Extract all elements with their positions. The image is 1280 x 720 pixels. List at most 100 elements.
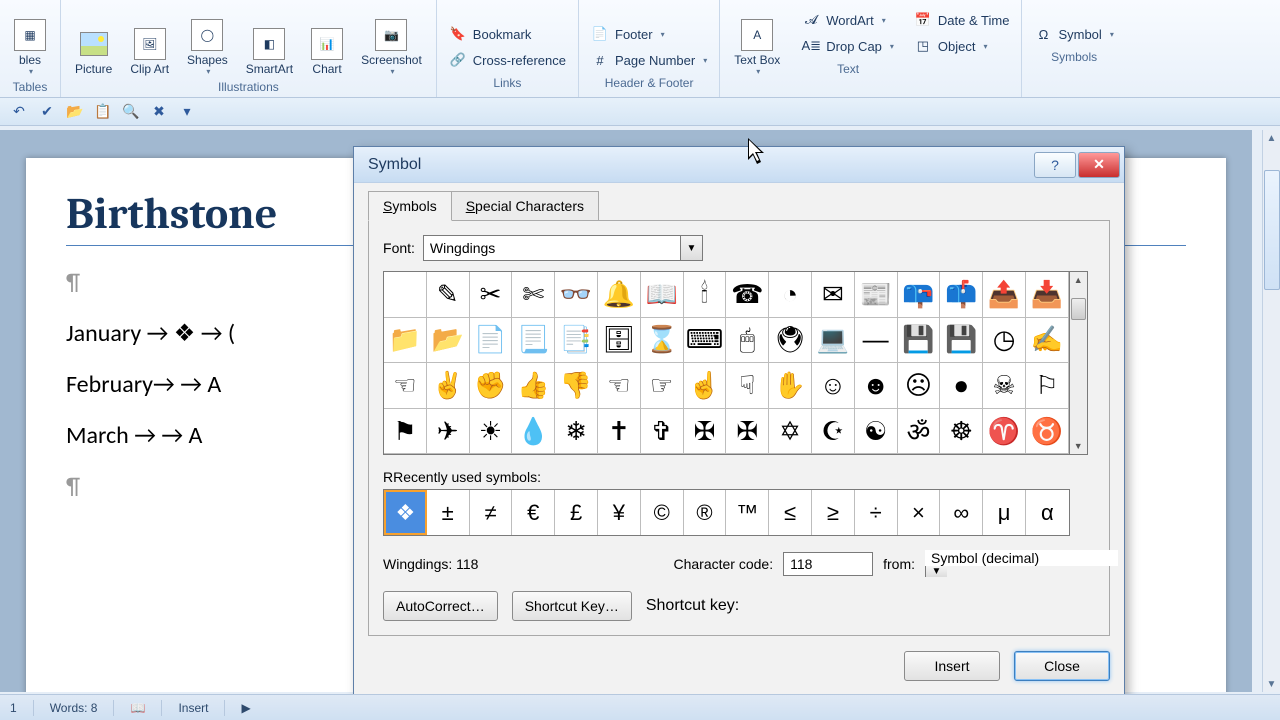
recent-symbol-cell[interactable]: α bbox=[1026, 490, 1069, 535]
symbol-cell[interactable]: 🖱 bbox=[726, 318, 769, 364]
macro-icon[interactable]: ▶ bbox=[241, 701, 250, 715]
symbol-cell[interactable]: 💧 bbox=[512, 409, 555, 455]
shortcut-key-button[interactable]: Shortcut Key… bbox=[512, 591, 632, 621]
dialog-titlebar[interactable]: Symbol ? ✕ bbox=[354, 147, 1124, 183]
vertical-scrollbar[interactable]: ▲ ▼ bbox=[1262, 130, 1280, 692]
symbol-cell[interactable]: ✝ bbox=[598, 409, 641, 455]
symbol-cell[interactable]: ✌ bbox=[427, 363, 470, 409]
symbol-cell[interactable]: 📃 bbox=[512, 318, 555, 364]
status-mode[interactable]: Insert bbox=[178, 701, 208, 715]
recent-symbol-cell[interactable]: ÷ bbox=[855, 490, 898, 535]
datetime-button[interactable]: 📅Date & Time bbox=[910, 8, 1014, 32]
insert-button[interactable]: Insert bbox=[904, 651, 1000, 681]
symbol-cell[interactable]: 📑 bbox=[555, 318, 598, 364]
scroll-thumb[interactable] bbox=[1071, 298, 1086, 320]
symbol-cell[interactable]: ☹ bbox=[898, 363, 941, 409]
symbol-cell[interactable]: 📪 bbox=[898, 272, 941, 318]
open-icon[interactable]: 📂 bbox=[66, 103, 84, 121]
crossref-button[interactable]: 🔗Cross-reference bbox=[445, 48, 570, 72]
font-input[interactable] bbox=[424, 236, 680, 260]
wordart-button[interactable]: 𝓐WordArt▾ bbox=[798, 8, 898, 32]
symbol-cell[interactable]: 💾 bbox=[940, 318, 983, 364]
symbol-cell[interactable]: ☸ bbox=[940, 409, 983, 455]
symbol-cell[interactable]: ☟ bbox=[726, 363, 769, 409]
symbol-cell[interactable] bbox=[384, 272, 427, 318]
help-button[interactable]: ? bbox=[1034, 152, 1076, 178]
symbol-cell[interactable]: ✞ bbox=[641, 409, 684, 455]
symbol-cell[interactable]: ☀ bbox=[470, 409, 513, 455]
recent-symbol-cell[interactable]: ❖ bbox=[384, 490, 427, 535]
recent-symbol-cell[interactable]: ≥ bbox=[812, 490, 855, 535]
spellcheck-icon[interactable]: ✔ bbox=[38, 103, 56, 121]
close-button[interactable]: Close bbox=[1014, 651, 1110, 681]
from-input[interactable] bbox=[925, 550, 1118, 566]
symbol-cell[interactable]: ✍ bbox=[1026, 318, 1069, 364]
symbol-cell[interactable]: ◔ bbox=[769, 272, 812, 318]
tab-special-characters[interactable]: Special Characters bbox=[451, 191, 599, 221]
undo-icon[interactable]: ↶ bbox=[10, 103, 28, 121]
delete-icon[interactable]: ✖ bbox=[150, 103, 168, 121]
symbol-cell[interactable]: ☻ bbox=[855, 363, 898, 409]
picture-button[interactable]: Picture bbox=[69, 2, 118, 76]
smartart-button[interactable]: ◧SmartArt bbox=[240, 2, 299, 76]
pagenumber-button[interactable]: #Page Number▾ bbox=[587, 48, 711, 72]
symbol-cell[interactable]: ☜ bbox=[384, 363, 427, 409]
symbol-cell[interactable]: ☠ bbox=[983, 363, 1026, 409]
footer-button[interactable]: 📄Footer▾ bbox=[587, 22, 711, 46]
symbol-cell[interactable]: 🕯 bbox=[684, 272, 727, 318]
symbol-cell[interactable]: 📰 bbox=[855, 272, 898, 318]
character-code-input[interactable] bbox=[783, 552, 873, 576]
autocorrect-button[interactable]: AutoCorrect… bbox=[383, 591, 498, 621]
scroll-down-icon[interactable]: ▼ bbox=[1070, 438, 1087, 454]
screenshot-button[interactable]: 📷Screenshot▾ bbox=[355, 2, 428, 76]
symbol-cell[interactable]: ✡ bbox=[769, 409, 812, 455]
proofing-icon[interactable]: 📖 bbox=[130, 701, 145, 715]
symbol-cell[interactable]: ● bbox=[940, 363, 983, 409]
symbol-cell[interactable]: 📂 bbox=[427, 318, 470, 364]
symbol-cell[interactable]: 📥 bbox=[1026, 272, 1069, 318]
symbol-cell[interactable]: ⌛ bbox=[641, 318, 684, 364]
symbol-cell[interactable]: ☯ bbox=[855, 409, 898, 455]
font-combo[interactable]: ▼ bbox=[423, 235, 703, 261]
dropcap-button[interactable]: A≣Drop Cap▾ bbox=[798, 34, 898, 58]
chevron-down-icon[interactable]: ▼ bbox=[925, 566, 947, 577]
tab-symbols[interactable]: SSymbolsymbols bbox=[368, 191, 452, 221]
tables-button[interactable]: ▦bles▾ bbox=[8, 2, 52, 76]
recent-symbol-cell[interactable]: ≤ bbox=[769, 490, 812, 535]
symbol-cell[interactable]: 🗄 bbox=[598, 318, 641, 364]
recent-symbol-cell[interactable]: £ bbox=[555, 490, 598, 535]
symbol-cell[interactable]: ✊ bbox=[470, 363, 513, 409]
textbox-button[interactable]: AText Box▾ bbox=[728, 2, 786, 76]
symbol-cell[interactable]: ✉ bbox=[812, 272, 855, 318]
symbol-cell[interactable]: ✂ bbox=[470, 272, 513, 318]
qat-dropdown-icon[interactable]: ▾ bbox=[178, 103, 196, 121]
symbol-cell[interactable]: ⚑ bbox=[384, 409, 427, 455]
symbol-cell[interactable]: ✠ bbox=[726, 409, 769, 455]
symbol-cell[interactable]: 📖 bbox=[641, 272, 684, 318]
object-button[interactable]: ◳Object▾ bbox=[910, 34, 1014, 58]
symbol-cell[interactable]: — bbox=[855, 318, 898, 364]
symbol-cell[interactable]: 🖲 bbox=[769, 318, 812, 364]
symbol-cell[interactable]: 📁 bbox=[384, 318, 427, 364]
symbol-cell[interactable]: 📄 bbox=[470, 318, 513, 364]
shapes-button[interactable]: ◯Shapes▾ bbox=[181, 2, 234, 76]
grid-scrollbar[interactable]: ▲ ▼ bbox=[1070, 271, 1088, 455]
symbol-cell[interactable]: ☺ bbox=[812, 363, 855, 409]
symbol-cell[interactable]: ☝ bbox=[684, 363, 727, 409]
recent-symbol-cell[interactable]: © bbox=[641, 490, 684, 535]
recent-symbol-cell[interactable]: ± bbox=[427, 490, 470, 535]
symbol-cell[interactable]: ♈ bbox=[983, 409, 1026, 455]
symbol-cell[interactable]: 👓 bbox=[555, 272, 598, 318]
symbol-cell[interactable]: 📤 bbox=[983, 272, 1026, 318]
symbol-button[interactable]: ΩSymbol▾ bbox=[1030, 22, 1117, 46]
symbol-cell[interactable]: ☞ bbox=[641, 363, 684, 409]
preview-icon[interactable]: 🔍 bbox=[122, 103, 140, 121]
symbol-cell[interactable]: ♉ bbox=[1026, 409, 1069, 455]
symbol-cell[interactable]: ◷ bbox=[983, 318, 1026, 364]
recent-symbol-cell[interactable]: × bbox=[898, 490, 941, 535]
symbol-cell[interactable]: 📫 bbox=[940, 272, 983, 318]
recent-symbol-cell[interactable]: € bbox=[512, 490, 555, 535]
symbol-cell[interactable]: ✎ bbox=[427, 272, 470, 318]
save-icon[interactable]: 📋 bbox=[94, 103, 112, 121]
symbol-cell[interactable]: 👍 bbox=[512, 363, 555, 409]
